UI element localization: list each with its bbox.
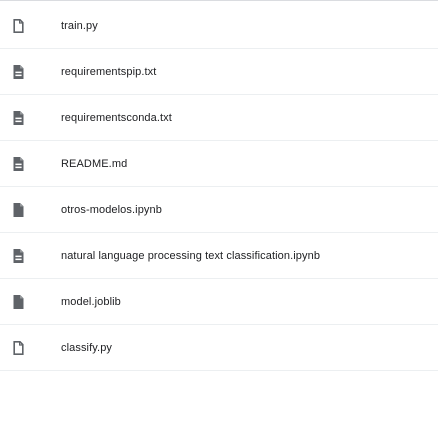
file-row-requirementspip-txt[interactable]: requirementspip.txt xyxy=(0,49,438,95)
file-filled-icon xyxy=(13,295,24,309)
file-outline-icon xyxy=(13,19,24,33)
file-name: classify.py xyxy=(61,342,113,354)
file-name: model.joblib xyxy=(61,296,121,308)
top-border xyxy=(0,0,438,1)
file-row-readme-md[interactable]: README.md xyxy=(0,141,438,187)
file-row-classify-py[interactable]: classify.py xyxy=(0,325,438,371)
file-name: requirementspip.txt xyxy=(61,66,157,78)
file-lines-icon xyxy=(13,111,24,125)
file-outline-icon xyxy=(13,341,24,355)
file-name: train.py xyxy=(61,20,98,32)
file-lines-icon xyxy=(13,249,24,263)
file-name: natural language processing text classif… xyxy=(61,250,321,262)
file-filled-icon xyxy=(13,203,24,217)
file-name: otros-modelos.ipynb xyxy=(61,204,162,216)
file-row-model-joblib[interactable]: model.joblib xyxy=(0,279,438,325)
file-row-requirementsconda-txt[interactable]: requirementsconda.txt xyxy=(0,95,438,141)
file-row-otros-modelos-ipynb[interactable]: otros-modelos.ipynb xyxy=(0,187,438,233)
file-lines-icon xyxy=(13,157,24,171)
file-name: requirementsconda.txt xyxy=(61,112,172,124)
file-row-nlp-text-classification-ipynb[interactable]: natural language processing text classif… xyxy=(0,233,438,279)
file-row-train-py[interactable]: train.py xyxy=(0,3,438,49)
row-divider xyxy=(0,370,438,371)
file-lines-icon xyxy=(13,65,24,79)
file-name: README.md xyxy=(61,158,128,170)
